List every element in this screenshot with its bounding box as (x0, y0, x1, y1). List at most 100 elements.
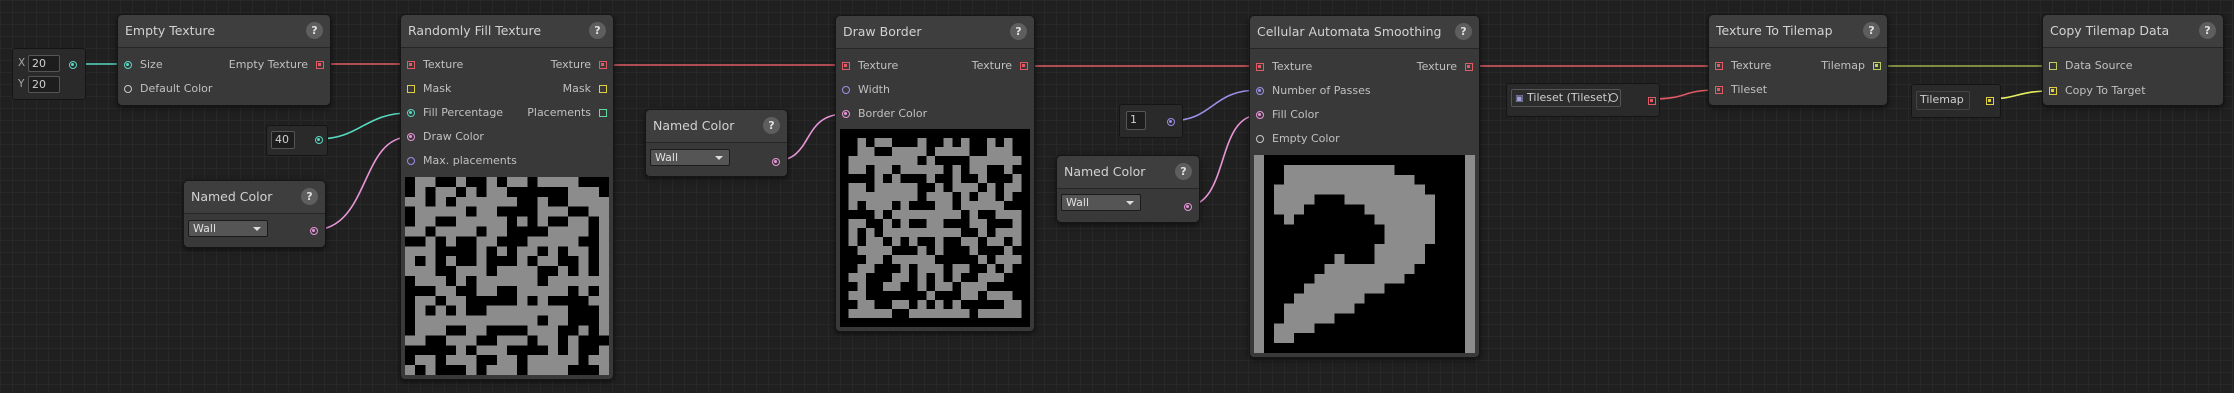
color-name-dropdown[interactable]: Wall (650, 149, 730, 166)
empty-texture-node[interactable]: Empty Texture ? Size Default Color Empty… (117, 14, 331, 106)
help-icon[interactable]: ? (306, 22, 323, 39)
width-input-port-icon[interactable] (842, 86, 850, 94)
texture-output-port-icon[interactable] (1465, 63, 1473, 71)
passes-input[interactable]: 1 (1126, 111, 1146, 130)
help-icon[interactable]: ? (1175, 163, 1192, 180)
tilemap-field: Tilemap (1911, 84, 2001, 118)
data-source-input-port-icon[interactable] (2049, 62, 2057, 70)
tileset-output-port-icon[interactable] (1648, 97, 1656, 105)
help-icon[interactable]: ? (301, 188, 318, 205)
cellular-automata-smoothing-node[interactable]: Cellular Automata Smoothing ? Texture Nu… (1249, 15, 1480, 358)
port-label-border-color: Border Color (858, 107, 928, 120)
x-label: X (18, 57, 26, 69)
color-output-port-icon[interactable] (772, 158, 780, 166)
color-output-port-icon[interactable] (310, 227, 318, 235)
draw-color-input-port-icon[interactable] (407, 133, 415, 141)
help-icon[interactable]: ? (763, 117, 780, 134)
node-title: Copy Tilemap Data (2050, 23, 2170, 38)
size-vector-field: X 20 Y 20 (12, 48, 86, 100)
empty-color-input-port-icon[interactable] (1256, 135, 1264, 143)
copy-to-target-input-port-icon[interactable] (2049, 87, 2057, 95)
port-label-texture: Texture (1731, 59, 1772, 72)
texture-input-port-icon[interactable] (1256, 63, 1264, 71)
default-color-port-icon[interactable] (124, 85, 132, 93)
tilemap-target-output-port-icon[interactable] (1986, 97, 1994, 105)
randomly-fill-texture-node[interactable]: Randomly Fill Texture ? Texture Mask Fil… (400, 14, 614, 380)
help-icon[interactable]: ? (1863, 22, 1880, 39)
size-x-input[interactable]: 20 (28, 55, 60, 72)
texture-preview-image (840, 129, 1030, 327)
color-name-dropdown[interactable]: Wall (1061, 194, 1141, 211)
port-label-texture: Texture (423, 58, 464, 71)
node-title: Named Color (653, 118, 735, 133)
tileset-field: ▣ Tileset (Tileset) (1506, 83, 1660, 117)
texture-input-port-icon[interactable] (407, 61, 415, 69)
port-label-size: Size (140, 58, 163, 71)
texture-output-port-icon[interactable] (599, 61, 607, 69)
draw-border-node[interactable]: Draw Border ? Texture Width Border Color… (835, 15, 1035, 332)
border-color-input-port-icon[interactable] (842, 110, 850, 118)
port-label-out-placements: Placements (527, 106, 591, 119)
port-label-width: Width (858, 83, 890, 96)
port-label-texture: Texture (858, 59, 899, 72)
tilemap-output-port-icon[interactable] (1873, 62, 1881, 70)
port-label-out-texture: Texture (550, 58, 591, 71)
fill-percentage-output-port-icon[interactable] (315, 136, 323, 144)
node-title: Empty Texture (125, 23, 216, 38)
dropdown-value: Wall (193, 222, 217, 235)
named-color-node-1[interactable]: Named Color ? Wall (183, 180, 326, 248)
named-color-node-2[interactable]: Named Color ? Wall (645, 109, 788, 177)
port-label-copy-to-target: Copy To Target (2065, 84, 2146, 97)
color-name-dropdown[interactable]: Wall (188, 220, 268, 237)
texture-output-port-icon[interactable] (1020, 62, 1028, 70)
tileset-object-input[interactable]: ▣ Tileset (Tileset) (1511, 89, 1621, 107)
named-color-node-3[interactable]: Named Color ? Wall (1056, 155, 1200, 223)
object-picker-icon[interactable] (1609, 93, 1618, 102)
color-output-port-icon[interactable] (1184, 203, 1192, 211)
texture-preview-image (405, 177, 609, 375)
port-label-number-of-passes: Number of Passes (1272, 84, 1371, 97)
size-output-port-icon[interactable] (69, 61, 77, 69)
port-label-out-texture: Texture (971, 59, 1012, 72)
port-label-out-mask: Mask (562, 82, 591, 95)
fill-percentage-input[interactable]: 40 (271, 131, 295, 149)
tileset-input-port-icon[interactable] (1715, 86, 1723, 94)
empty-texture-output-port-icon[interactable] (316, 61, 324, 69)
placements-output-port-icon[interactable] (599, 109, 607, 117)
tileset-value: Tileset (Tileset) (1527, 91, 1612, 104)
help-icon[interactable]: ? (1455, 23, 1472, 40)
passes-field: 1 (1119, 104, 1183, 138)
port-label-tilemap: Tilemap (1821, 59, 1865, 72)
dropdown-value: Wall (655, 151, 679, 164)
port-label-mask: Mask (423, 82, 452, 95)
mask-input-port-icon[interactable] (407, 85, 415, 93)
port-label-empty-color: Empty Color (1272, 132, 1340, 145)
tileset-icon: ▣ (1515, 94, 1524, 104)
chevron-down-icon (253, 227, 261, 231)
fill-color-input-port-icon[interactable] (1256, 111, 1264, 119)
node-title: Randomly Fill Texture (408, 23, 542, 38)
chevron-down-icon (1126, 201, 1134, 205)
y-label: Y (18, 78, 25, 90)
node-title: Cellular Automata Smoothing (1257, 24, 1442, 39)
mask-output-port-icon[interactable] (599, 85, 607, 93)
texture-input-port-icon[interactable] (1715, 62, 1723, 70)
port-label-max-placements: Max. placements (423, 154, 517, 167)
texture-to-tilemap-node[interactable]: Texture To Tilemap ? Texture Tileset Til… (1708, 14, 1888, 106)
copy-tilemap-data-node[interactable]: Copy Tilemap Data ? Data Source Copy To … (2042, 14, 2224, 106)
tilemap-object-input[interactable]: Tilemap (1916, 91, 1970, 110)
fill-percentage-input-port-icon[interactable] (407, 109, 415, 117)
help-icon[interactable]: ? (589, 22, 606, 39)
passes-input-port-icon[interactable] (1256, 87, 1264, 95)
port-label-out-texture: Texture (1416, 60, 1457, 73)
help-icon[interactable]: ? (2199, 22, 2216, 39)
port-label-fill-color: Fill Color (1272, 108, 1319, 121)
size-input-port-icon[interactable] (124, 61, 132, 69)
port-label-empty-texture: Empty Texture (228, 58, 308, 71)
port-label-data-source: Data Source (2065, 59, 2133, 72)
size-y-input[interactable]: 20 (28, 76, 60, 93)
texture-input-port-icon[interactable] (842, 62, 850, 70)
max-placements-input-port-icon[interactable] (407, 157, 415, 165)
help-icon[interactable]: ? (1010, 23, 1027, 40)
passes-output-port-icon[interactable] (1167, 118, 1175, 126)
